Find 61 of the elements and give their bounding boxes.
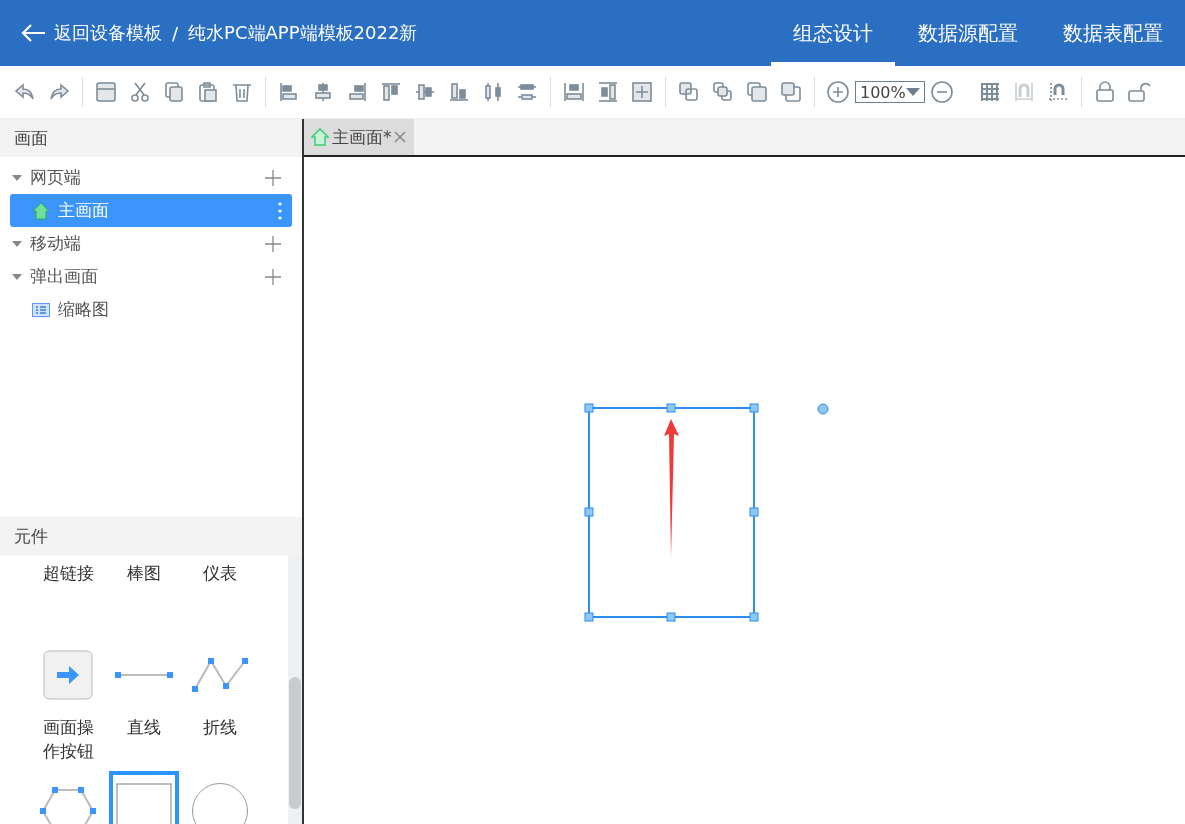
- back-button[interactable]: 返回设备模板: [20, 21, 162, 45]
- polygon-element-icon: [40, 787, 96, 824]
- copy-icon: [162, 80, 186, 104]
- circle-element-icon: [191, 782, 249, 824]
- same-height-icon: [596, 80, 620, 104]
- nav-tab[interactable]: 数据源配置: [896, 0, 1040, 66]
- paste-icon: [196, 80, 220, 104]
- bring-front-icon: [677, 80, 701, 104]
- add-icon[interactable]: [264, 234, 282, 253]
- expand-caret-icon[interactable]: [12, 173, 22, 182]
- cut-icon: [128, 80, 152, 104]
- unlock-icon: [1127, 80, 1151, 104]
- back-arrow-icon: [20, 23, 46, 43]
- grid-icon: [978, 80, 1002, 104]
- polyline-element-icon: [192, 658, 248, 692]
- save-icon: [94, 80, 118, 104]
- zoom-select[interactable]: 100%: [855, 81, 925, 103]
- close-icon[interactable]: [393, 131, 406, 143]
- expand-caret-icon[interactable]: [12, 272, 22, 281]
- tree-item[interactable]: 缩略图: [10, 293, 292, 326]
- breadcrumb-separator: /: [172, 22, 179, 44]
- zoom-in-icon: [826, 80, 850, 104]
- nav-tab[interactable]: 数据表配置: [1041, 0, 1185, 66]
- nav-tab[interactable]: 组态设计: [771, 0, 895, 66]
- snap-grid-icon: [1012, 80, 1036, 104]
- expand-caret-icon[interactable]: [12, 239, 22, 248]
- align-top-icon: [379, 80, 403, 104]
- send-backward-icon: [779, 80, 803, 104]
- editor-tab[interactable]: 主画面*: [304, 119, 414, 155]
- zoom-out-icon: [930, 80, 954, 104]
- editor-tab-label: 主画面*: [332, 125, 392, 149]
- palette-label: 仪表: [202, 562, 238, 585]
- bring-forward-icon: [745, 80, 769, 104]
- snap-guide-icon: [1046, 80, 1070, 104]
- project-title: 纯水PC端APP端模板2022新: [188, 21, 418, 45]
- align-bottom-icon: [447, 80, 471, 104]
- palette-label: 超链接: [41, 562, 95, 585]
- button-element-icon: [43, 650, 93, 700]
- palette-label: 画面操作按钮: [41, 716, 95, 763]
- components-panel-title: 元件: [0, 517, 302, 555]
- tree-group-label[interactable]: 网页端: [30, 166, 81, 189]
- screens-panel-title: 画面: [0, 119, 302, 157]
- palette-label: 直线: [126, 716, 162, 739]
- rectangle-element-icon: [116, 783, 172, 824]
- tree-group-label[interactable]: 弹出画面: [30, 265, 98, 288]
- palette-label: 棒图: [126, 562, 162, 585]
- line-element-icon: [115, 671, 173, 679]
- palette-label: 折线: [202, 716, 238, 739]
- add-icon[interactable]: [264, 168, 282, 187]
- home-icon: [32, 201, 50, 220]
- send-back-icon: [711, 80, 735, 104]
- list-icon: [32, 301, 50, 318]
- more-icon[interactable]: [278, 201, 282, 220]
- same-size-icon: [630, 80, 654, 104]
- home-icon: [310, 127, 330, 147]
- scrollbar[interactable]: [288, 555, 302, 824]
- dropdown-caret-icon: [906, 88, 920, 96]
- add-icon[interactable]: [264, 267, 282, 286]
- tree-group-label[interactable]: 移动端: [30, 232, 81, 255]
- lock-icon: [1093, 80, 1117, 104]
- same-width-icon: [562, 80, 586, 104]
